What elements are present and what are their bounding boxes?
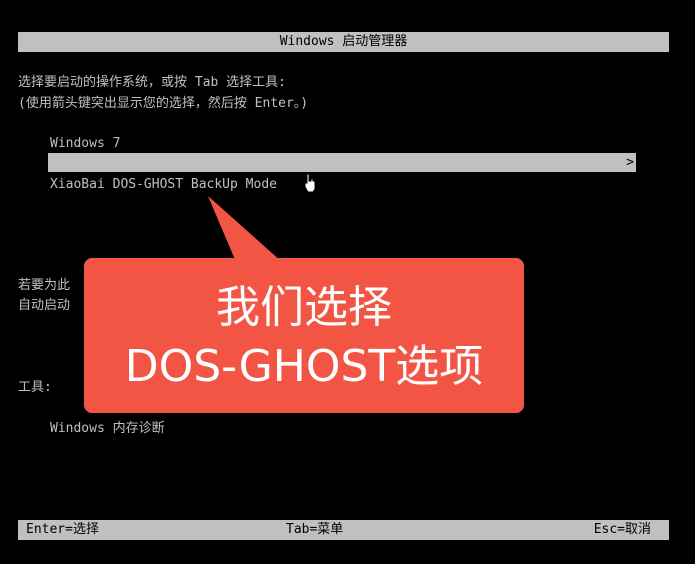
menu-item-windows7[interactable]: Windows 7: [50, 137, 120, 150]
window-title: Windows 启动管理器: [279, 34, 408, 49]
selection-arrow-icon: >: [626, 155, 634, 170]
callout-line-1: 我们选择: [216, 282, 392, 333]
title-bar: Windows 启动管理器: [18, 32, 669, 52]
instruction-line-2: (使用箭头键突出显示您的选择，然后按 Enter。): [18, 96, 309, 111]
esc-hint: Esc=取消: [593, 522, 651, 537]
tab-hint: Tab=菜单: [286, 522, 344, 537]
menu-item-pe-ghost-selected[interactable]: XiaoBai PE-GHOST BackUp Mode >: [48, 153, 636, 189]
menu-item-dos-ghost[interactable]: XiaoBai DOS-GHOST BackUp Mode: [50, 178, 277, 191]
tools-heading: 工具:: [18, 380, 52, 395]
bottom-bar: Enter=选择 Tab=菜单 Esc=取消: [18, 520, 669, 540]
instruction-line-1: 选择要启动的操作系统，或按 Tab 选择工具:: [18, 75, 286, 90]
mouse-cursor-icon: [304, 173, 316, 193]
enter-hint: Enter=选择: [26, 522, 99, 537]
tool-item-memory-diagnostic[interactable]: Windows 内存诊断: [50, 422, 165, 435]
callout-line-2: DOS-GHOST选项: [124, 341, 484, 392]
info-line-2: 自动启动: [18, 298, 71, 313]
info-line-1: 若要为此: [18, 278, 71, 293]
